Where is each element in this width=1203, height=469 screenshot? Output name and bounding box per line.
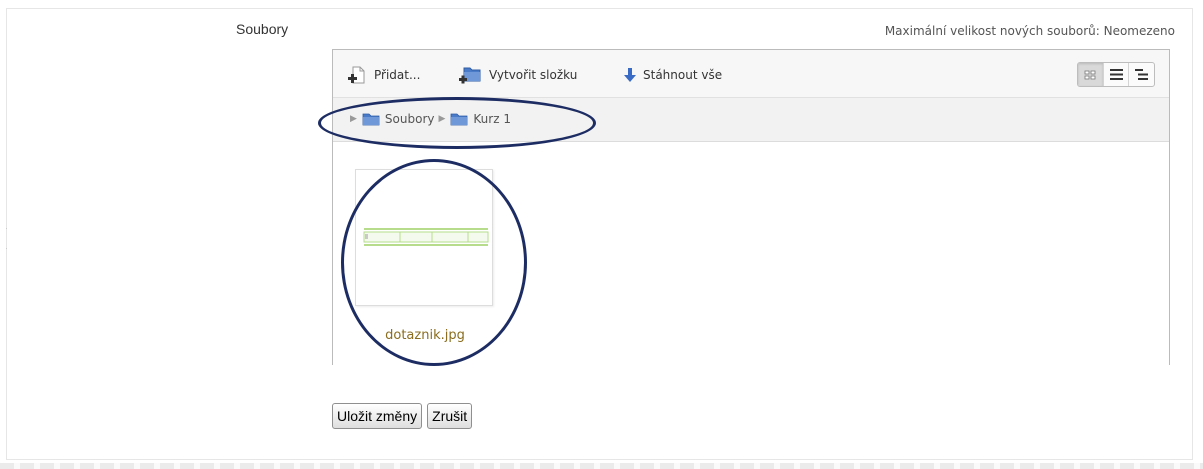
download-all-button[interactable]: Stáhnout vše xyxy=(624,65,722,85)
cancel-button[interactable]: Zrušit xyxy=(427,403,473,429)
file-list: dotaznik.jpg xyxy=(333,143,1169,365)
create-folder-icon xyxy=(459,67,481,84)
add-file-label: Přidat... xyxy=(374,68,421,82)
view-icons-button[interactable] xyxy=(1078,63,1104,86)
folder-icon xyxy=(451,113,468,126)
file-manager: Přidat... Vytvořit složku Stáhnout vše ▶… xyxy=(332,49,1170,365)
breadcrumb-arrow-icon: ▶ xyxy=(438,114,446,124)
create-folder-button[interactable]: Vytvořit složku xyxy=(458,65,577,85)
breadcrumb-item-soubory[interactable]: Soubory xyxy=(362,112,435,126)
grid-icon xyxy=(1084,70,1096,79)
breadcrumb-label: Soubory xyxy=(384,112,435,126)
file-name: dotaznik.jpg xyxy=(385,328,465,343)
create-folder-label: Vytvořit složku xyxy=(489,68,578,82)
download-arrow-icon xyxy=(624,68,636,82)
edge-mark xyxy=(6,228,7,229)
file-thumbnail xyxy=(355,169,493,306)
add-file-icon xyxy=(348,66,365,84)
panel-bottom-edge xyxy=(0,463,1203,469)
edge-mark xyxy=(6,248,7,249)
breadcrumb-label: Kurz 1 xyxy=(473,112,511,126)
form-actions: Uložit změny Zrušit xyxy=(332,403,473,429)
breadcrumb-item-kurz[interactable]: Kurz 1 xyxy=(450,112,511,126)
list-icon xyxy=(1109,69,1123,80)
view-tree-button[interactable] xyxy=(1129,63,1154,86)
breadcrumb-arrow-icon: ▶ xyxy=(350,114,357,124)
download-all-label: Stáhnout vše xyxy=(643,68,723,82)
field-label: Soubory xyxy=(236,21,289,37)
view-list-button[interactable] xyxy=(1104,63,1130,86)
image-thumbnail-icon xyxy=(363,228,489,246)
file-item[interactable]: dotaznik.jpg xyxy=(355,169,495,343)
save-changes-button[interactable]: Uložit změny xyxy=(332,403,423,429)
add-file-button[interactable]: Přidat... xyxy=(347,65,420,85)
file-manager-toolbar: Přidat... Vytvořit složku Stáhnout vše xyxy=(333,50,1169,98)
tree-icon xyxy=(1135,69,1149,80)
breadcrumb: ▶ Soubory ▶ Kurz 1 xyxy=(350,112,517,126)
path-bar: ▶ Soubory ▶ Kurz 1 xyxy=(333,98,1169,142)
folder-icon xyxy=(362,113,380,126)
max-file-size-note: Maximální velikost nových souborů: Neome… xyxy=(884,24,1175,38)
view-mode-switch xyxy=(1077,62,1155,87)
